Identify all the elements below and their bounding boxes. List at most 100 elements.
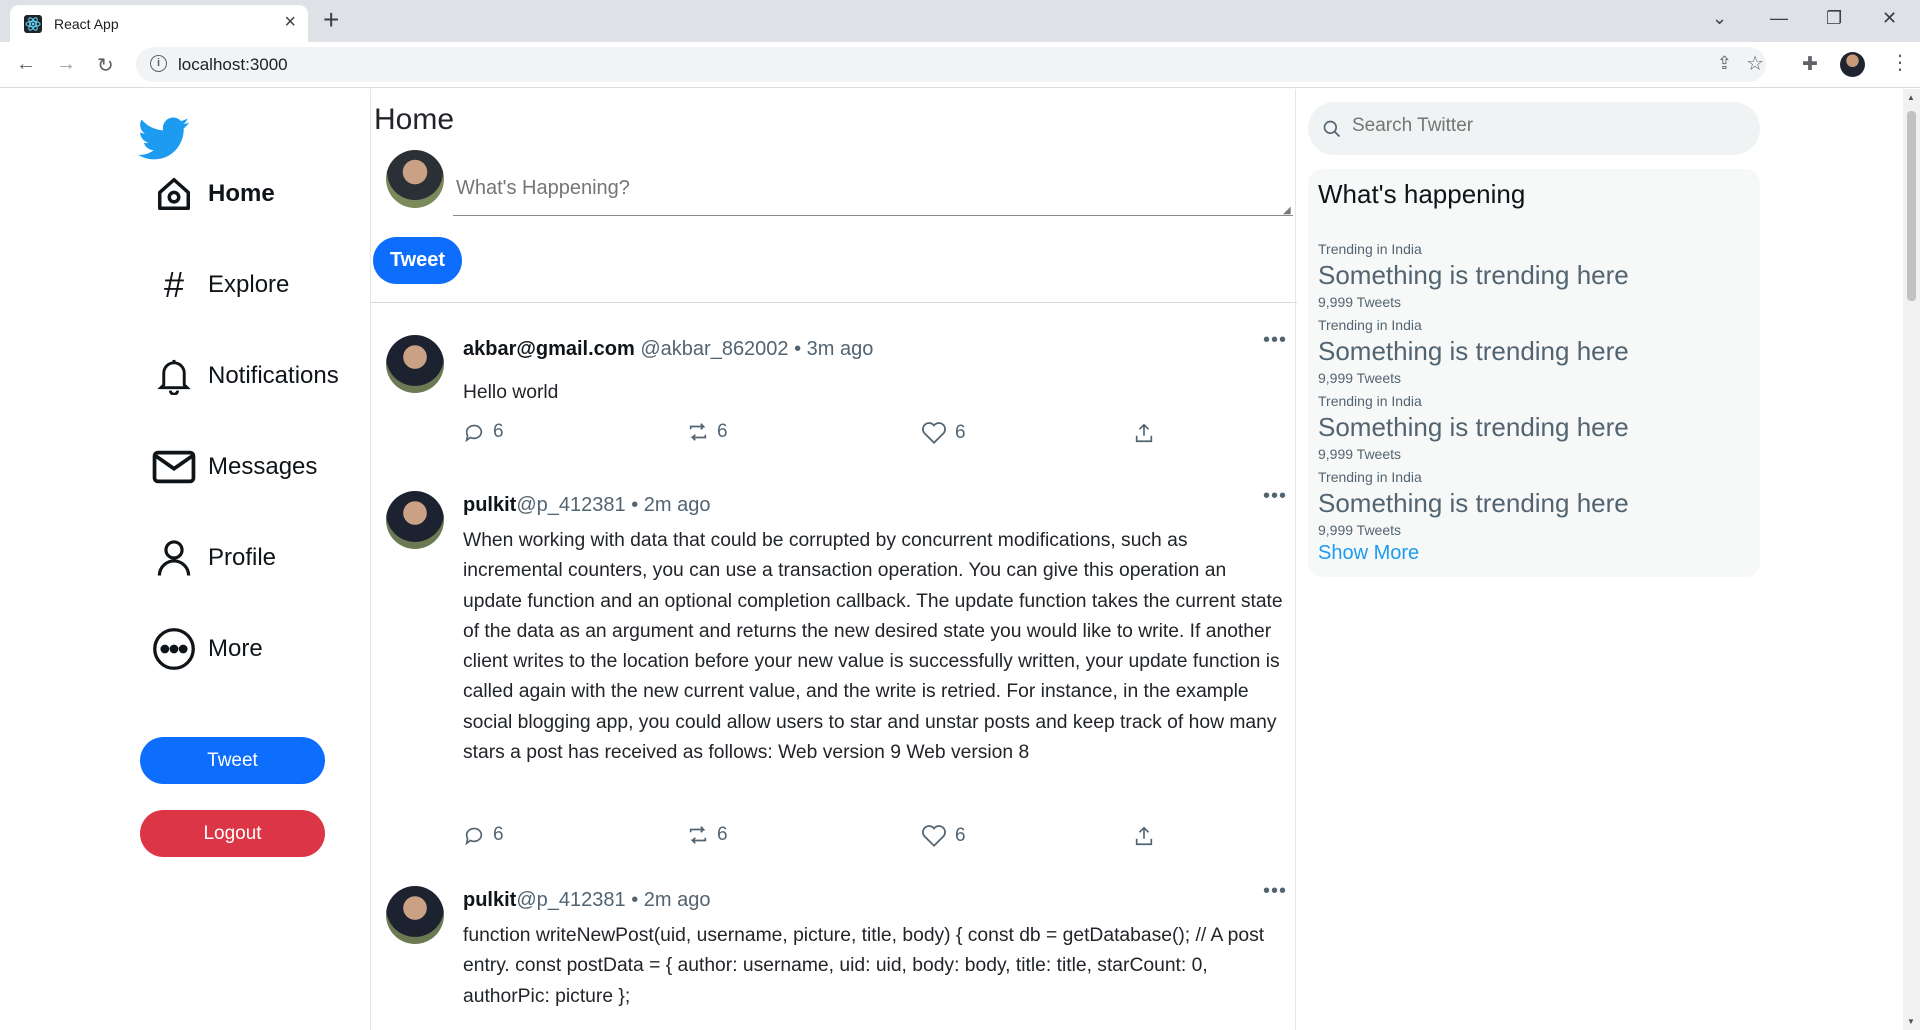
reload-icon[interactable]: ↻ xyxy=(97,53,114,78)
author-handle: @p_412381 xyxy=(516,494,626,516)
share-button[interactable] xyxy=(1133,824,1155,848)
browser-profile-avatar[interactable] xyxy=(1840,52,1865,77)
trend-count: 9,999 Tweets xyxy=(1318,294,1402,310)
avatar[interactable] xyxy=(386,335,444,393)
reply-count: 6 xyxy=(493,824,504,845)
like-count: 6 xyxy=(955,825,966,846)
tweet-time: • 2m ago xyxy=(631,494,711,516)
author-name[interactable]: pulkit xyxy=(463,494,516,516)
sidebar-item-label: Home xyxy=(208,180,275,207)
share-icon[interactable]: ⇪ xyxy=(1717,53,1732,74)
reply-count: 6 xyxy=(493,421,504,442)
retweet-icon xyxy=(689,826,707,844)
tweet-header: pulkit@p_412381 • 2m ago xyxy=(463,889,710,912)
sidebar-item-messages[interactable]: Messages xyxy=(150,442,317,492)
sidebar-item-label: Profile xyxy=(208,544,277,571)
search-box xyxy=(1308,102,1760,155)
sidebar-item-notifications[interactable]: Notifications xyxy=(150,351,339,401)
like-button[interactable]: 6 xyxy=(921,421,966,445)
browser-tab-strip: React App × + ⌄ — ❐ ✕ xyxy=(0,0,1920,42)
search-icon xyxy=(1323,120,1341,138)
feed: Home ◢ Tweet akbar@gmail.com @akbar_8620… xyxy=(370,89,1297,1030)
trend-meta: Trending in India xyxy=(1318,393,1422,409)
resize-grip-icon[interactable]: ◢ xyxy=(1283,205,1291,216)
mail-icon xyxy=(150,443,198,491)
trend-item[interactable]: Trending in India Something is trending … xyxy=(1318,241,1629,310)
site-info-icon[interactable]: i xyxy=(150,55,167,72)
page-scrollbar[interactable]: ▲ ▼ xyxy=(1903,89,1920,1030)
retweet-icon xyxy=(689,423,707,441)
trend-meta: Trending in India xyxy=(1318,469,1422,485)
like-button[interactable]: 6 xyxy=(921,824,966,848)
more-options-icon[interactable]: ••• xyxy=(1263,485,1287,508)
reply-button[interactable]: 6 xyxy=(463,824,504,846)
trend-count: 9,999 Tweets xyxy=(1318,522,1402,538)
more-options-icon[interactable]: ••• xyxy=(1263,880,1287,903)
person-icon xyxy=(150,534,198,582)
window-close-icon[interactable]: ✕ xyxy=(1882,8,1897,29)
browser-menu-icon[interactable]: ⋮ xyxy=(1890,50,1910,75)
heart-icon xyxy=(922,422,946,444)
share-icon xyxy=(1135,826,1153,846)
trend-item[interactable]: Trending in India Something is trending … xyxy=(1318,393,1629,462)
scrollbar-thumb[interactable] xyxy=(1907,111,1916,301)
minimize-icon[interactable]: — xyxy=(1770,8,1788,29)
retweet-button[interactable]: 6 xyxy=(687,421,728,443)
trend-item[interactable]: Trending in India Something is trending h… xyxy=(1318,469,1629,538)
tweet-header: akbar@gmail.com @akbar_862002 • 3m ago xyxy=(463,338,873,361)
sidebar-item-label: Notifications xyxy=(208,362,339,389)
trend-count: 9,999 Tweets xyxy=(1318,370,1402,386)
more-circle-icon xyxy=(150,625,198,673)
avatar[interactable] xyxy=(386,491,444,549)
reply-icon xyxy=(465,424,483,443)
browser-tab[interactable]: React App × xyxy=(10,5,308,42)
more-options-icon[interactable]: ••• xyxy=(1263,329,1287,352)
sidebar-item-more[interactable]: More xyxy=(150,624,263,674)
trend-name: Something is trending here xyxy=(1318,336,1629,366)
reply-button[interactable]: 6 xyxy=(463,421,504,443)
tab-close-icon[interactable]: × xyxy=(284,11,296,34)
scroll-up-icon[interactable]: ▲ xyxy=(1907,93,1915,102)
trend-meta: Trending in India xyxy=(1318,317,1422,333)
omnibox[interactable]: i localhost:3000 ⇪ ☆ xyxy=(136,47,1766,82)
restore-icon[interactable]: ❐ xyxy=(1826,8,1842,29)
tweet-text: When working with data that could be cor… xyxy=(463,530,1283,764)
author-handle: @p_412381 xyxy=(516,889,626,911)
new-tab-icon[interactable]: + xyxy=(323,4,339,36)
retweet-count: 6 xyxy=(717,421,728,442)
bell-icon xyxy=(150,352,198,400)
tweet-time: • 2m ago xyxy=(631,889,711,911)
compose-tweet-input[interactable] xyxy=(453,151,1293,216)
sidebar-item-home[interactable]: Home xyxy=(150,169,275,219)
tweet-text: function writeNewPost(uid, username, pic… xyxy=(463,925,1265,1007)
address-bar: ← → ↻ i localhost:3000 ⇪ ☆ xyxy=(0,42,1920,88)
share-button[interactable] xyxy=(1133,421,1155,445)
sidebar-item-profile[interactable]: Profile xyxy=(150,533,276,583)
forward-icon[interactable]: → xyxy=(56,53,76,76)
logout-button[interactable]: Logout xyxy=(140,810,325,857)
show-more-link[interactable]: Show More xyxy=(1318,542,1419,565)
compose-tweet-button[interactable]: Tweet xyxy=(373,237,462,284)
back-icon[interactable]: ← xyxy=(16,53,36,76)
sidebar-tweet-button[interactable]: Tweet xyxy=(140,737,325,784)
trend-name: Something is trending here xyxy=(1318,488,1629,518)
trends-title: What's happening xyxy=(1318,179,1526,209)
retweet-count: 6 xyxy=(717,824,728,845)
url-text[interactable]: localhost:3000 xyxy=(178,55,288,75)
tweet-text: Hello world xyxy=(463,382,559,403)
avatar[interactable] xyxy=(386,886,444,944)
sidebar-item-label: Messages xyxy=(208,453,318,480)
trend-item[interactable]: Trending in India Something is trending … xyxy=(1318,317,1629,386)
author-name[interactable]: pulkit xyxy=(463,889,516,911)
search-input[interactable] xyxy=(1352,115,1732,137)
like-count: 6 xyxy=(955,422,966,443)
bookmark-star-icon[interactable]: ☆ xyxy=(1746,51,1764,76)
scroll-down-icon[interactable]: ▼ xyxy=(1907,1017,1915,1026)
twitter-logo-icon[interactable] xyxy=(138,117,190,161)
author-name[interactable]: akbar@gmail.com xyxy=(463,338,635,360)
tab-search-icon[interactable]: ⌄ xyxy=(1712,8,1727,29)
retweet-button[interactable]: 6 xyxy=(687,824,728,846)
reply-icon xyxy=(465,827,483,846)
extensions-icon[interactable]: ✚ xyxy=(1802,53,1818,76)
sidebar-item-explore[interactable]: # Explore xyxy=(150,260,289,310)
